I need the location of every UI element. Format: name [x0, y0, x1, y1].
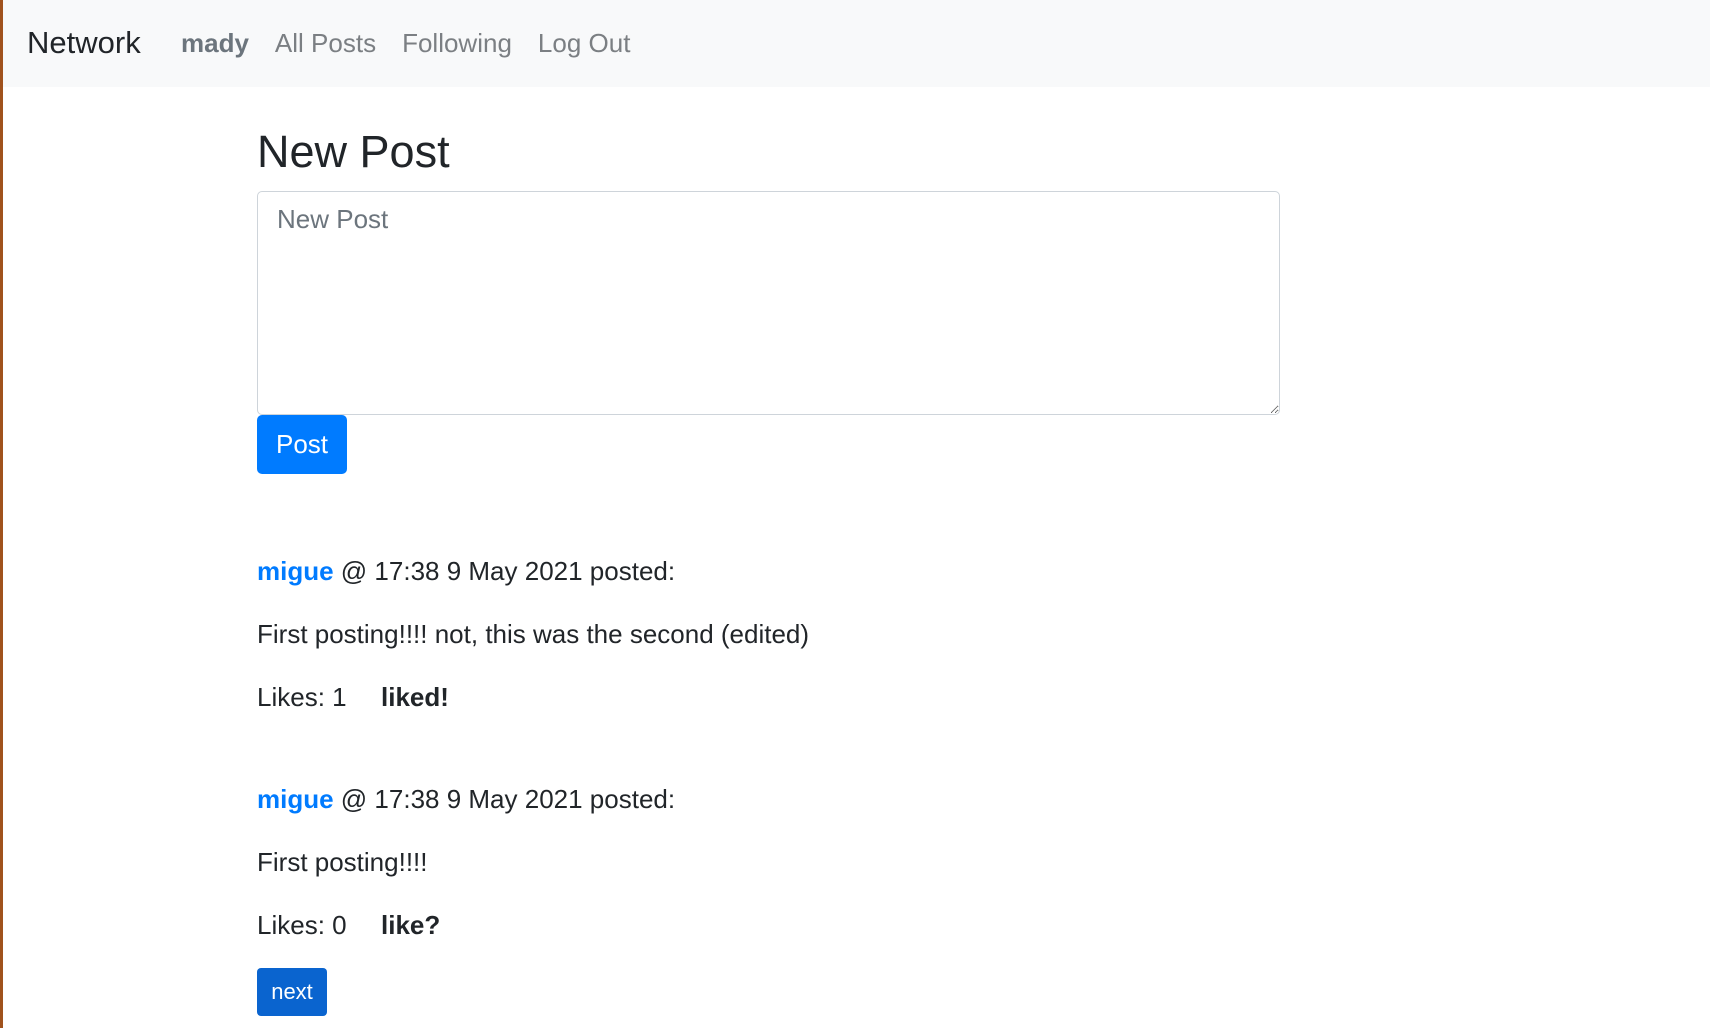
post-card: migue @ 17:38 9 May 2021 posted: First p…: [257, 782, 1281, 942]
post-body: First posting!!!!: [257, 847, 428, 877]
nav-all-posts-link[interactable]: All Posts: [275, 26, 376, 60]
likes-row: Likes: 1 liked!: [257, 680, 1281, 714]
post-meta: @ 17:38 9 May 2021 posted:: [333, 556, 676, 586]
post-submit-button[interactable]: Post: [257, 415, 347, 474]
window-left-border: [0, 0, 3, 1028]
next-page-button[interactable]: next: [257, 968, 327, 1016]
nav-user-profile-link[interactable]: mady: [181, 26, 249, 60]
nav-links: mady All Posts Following Log Out: [181, 26, 656, 60]
post-meta: @ 17:38 9 May 2021 posted:: [333, 784, 676, 814]
new-post-section: New Post Post: [257, 120, 1281, 474]
new-post-heading: New Post: [257, 126, 450, 177]
post-card: migue @ 17:38 9 May 2021 posted: First p…: [257, 554, 1281, 714]
likes-row: Likes: 0 like?: [257, 908, 1281, 942]
post-author-link[interactable]: migue: [257, 784, 334, 814]
like-count: Likes: 0: [257, 910, 347, 940]
post-author-link[interactable]: migue: [257, 556, 334, 586]
post-body: First posting!!!! not, this was the seco…: [257, 619, 810, 649]
post-header: migue @ 17:38 9 May 2021 posted:: [257, 782, 1281, 816]
top-navbar: Network mady All Posts Following Log Out: [3, 0, 1710, 87]
brand-link[interactable]: Network: [27, 24, 141, 62]
like-count: Likes: 1: [257, 682, 347, 712]
like-toggle[interactable]: like?: [381, 908, 440, 942]
nav-logout-link[interactable]: Log Out: [538, 26, 631, 60]
new-post-textarea[interactable]: [257, 191, 1280, 415]
like-toggle[interactable]: liked!: [381, 680, 449, 714]
post-header: migue @ 17:38 9 May 2021 posted:: [257, 554, 1281, 588]
nav-following-link[interactable]: Following: [402, 26, 512, 60]
